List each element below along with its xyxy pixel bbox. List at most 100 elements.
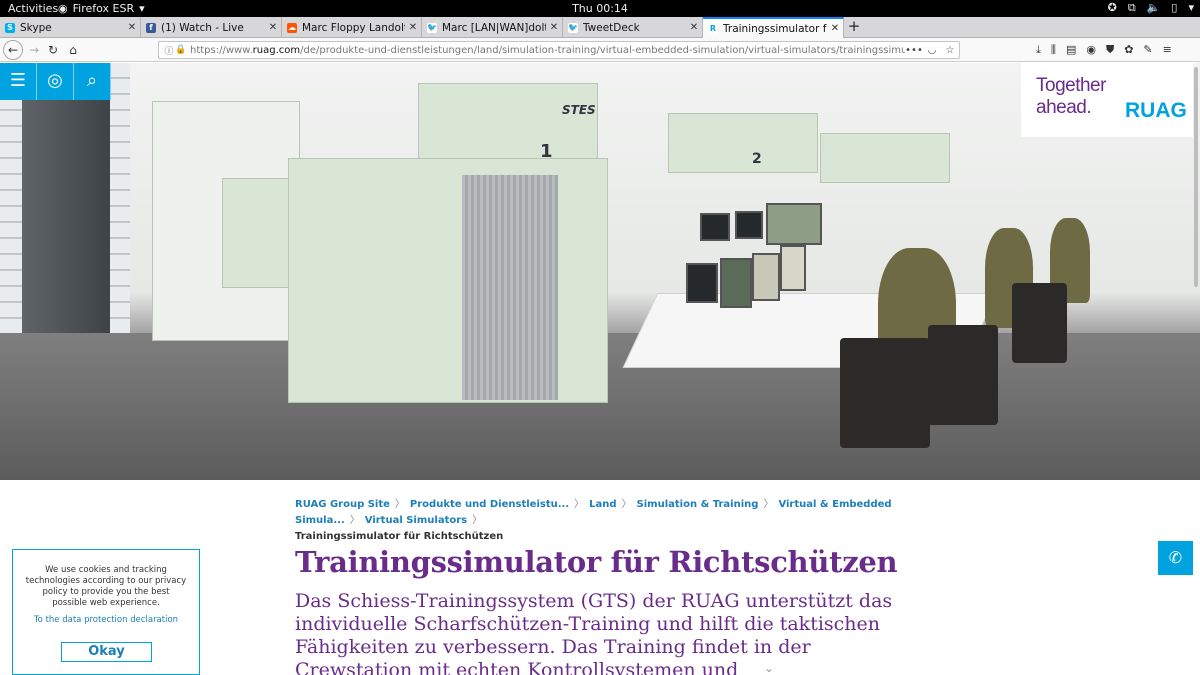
twitter-icon: 🐦	[568, 22, 578, 33]
close-icon[interactable]: ✕	[405, 22, 421, 33]
site-nav-buttons: ☰ ◎ ⌕	[0, 63, 111, 100]
hero-monitor	[700, 213, 730, 241]
tab-title: TweetDeck	[583, 21, 640, 34]
search-icon[interactable]: ⌕	[74, 63, 111, 100]
tab-facebook-watch[interactable]: f (1) Watch - Live ✕	[141, 17, 282, 38]
address-bar[interactable]: ⓘ 🔒 https://www.ruag.com/de/produkte-und…	[158, 41, 960, 59]
system-top-bar: Activities ◉ Firefox ESR ▾ Thu 00:14 ✪ ⧉…	[0, 0, 1200, 17]
twitter-icon: 🐦	[427, 22, 437, 33]
bookmark-star-icon[interactable]: ☆	[941, 45, 959, 56]
logo-brand: RUAG	[1125, 99, 1187, 122]
sidebar-icon[interactable]: ▤	[1066, 43, 1076, 57]
hero-monitor	[780, 245, 806, 291]
battery-icon[interactable]: ▯	[1171, 1, 1177, 15]
adblock-icon[interactable]: ⛊	[1106, 43, 1114, 57]
lead-paragraph: Das Schiess-Trainingssystem (GTS) der RU…	[295, 590, 893, 675]
downloads-icon[interactable]: ⤓	[1036, 43, 1041, 57]
activities-button[interactable]: Activities	[8, 2, 58, 15]
breadcrumb-link[interactable]: Simulation & Training	[637, 499, 759, 510]
tab-title: Marc [LAN|WAN]dolt jun	[442, 21, 546, 34]
extension-icon[interactable]: ✎	[1143, 43, 1152, 57]
close-icon[interactable]: ✕	[546, 22, 562, 33]
hero-curtain	[462, 175, 558, 400]
logo-tagline-2: ahead.	[1036, 97, 1092, 118]
toolbar-icons: ⤓ ⫼ ▤ ◉ ⛊ ✿ ✎ ≡	[1036, 43, 1172, 57]
hero-chair	[928, 325, 998, 425]
url-prefix: https://www.	[190, 44, 253, 56]
extension-icon[interactable]: ◉	[1086, 43, 1096, 57]
close-icon[interactable]: ✕	[827, 23, 843, 34]
web-page: 1 STES 2 ☰ ◎ ⌕ Together ahead. RUAG RUAG…	[0, 63, 1200, 675]
breadcrumb-link[interactable]: Land	[589, 499, 616, 510]
breadcrumb-link[interactable]: Virtual Simulators	[365, 515, 467, 526]
facebook-icon: f	[146, 22, 156, 33]
cookie-banner: We use cookies and tracking technologies…	[12, 549, 200, 675]
close-icon[interactable]: ✕	[686, 22, 702, 33]
pocket-icon[interactable]: ◡	[923, 45, 941, 56]
network-icon[interactable]: ⧉	[1128, 1, 1136, 15]
ruag-logo[interactable]: Together ahead. RUAG	[1021, 63, 1193, 137]
hero-monitor	[735, 211, 763, 239]
library-icon[interactable]: ⫼	[1051, 43, 1056, 57]
hero-label: 2	[752, 151, 762, 167]
privacy-link[interactable]: To the data protection declaration	[13, 615, 199, 625]
page-actions-icon[interactable]: •••	[905, 45, 923, 56]
volume-icon[interactable]: 🔈	[1147, 1, 1161, 15]
tab-tweetdeck[interactable]: 🐦 TweetDeck ✕	[563, 17, 703, 38]
power-menu-icon[interactable]: ▾	[1188, 1, 1194, 15]
breadcrumb-link[interactable]: Produkte und Dienstleistu...	[410, 499, 569, 510]
new-tab-button[interactable]: +	[845, 17, 863, 38]
scrollbar[interactable]	[1192, 63, 1200, 675]
back-button[interactable]: ←	[3, 40, 23, 60]
info-icon[interactable]: ⓘ	[163, 44, 175, 57]
hero-monitor	[766, 203, 822, 245]
chevron-right-icon: 〉	[763, 499, 774, 510]
url-text[interactable]: https://www.ruag.com/de/produkte-und-die…	[190, 45, 905, 56]
menu-icon[interactable]: ≡	[1163, 43, 1172, 57]
url-domain: ruag.com	[252, 44, 301, 56]
app-menu[interactable]: ◉ Firefox ESR ▾	[58, 2, 145, 15]
forward-button[interactable]: →	[25, 41, 43, 59]
breadcrumb-link[interactable]: RUAG Group Site	[295, 499, 390, 510]
hero-image: 1 STES 2 ☰ ◎ ⌕ Together ahead. RUAG	[0, 63, 1200, 480]
close-icon[interactable]: ✕	[265, 22, 281, 33]
phone-icon[interactable]: ✆	[1158, 541, 1193, 575]
logo-tagline-1: Together	[1036, 75, 1106, 96]
close-icon[interactable]: ✕	[124, 22, 140, 33]
skype-icon: S	[5, 22, 15, 33]
tab-title: Trainingssimulator für Ri	[723, 22, 827, 35]
chevron-right-icon: 〉	[621, 499, 632, 510]
tab-title: Marc Floppy Landolt | Fre	[302, 21, 405, 34]
extension-icon[interactable]: ✿	[1124, 43, 1133, 57]
home-button[interactable]: ⌂	[64, 41, 82, 59]
hero-label: STES	[562, 103, 596, 117]
accessibility-icon[interactable]: ✪	[1108, 1, 1117, 15]
reload-button[interactable]: ↻	[44, 41, 62, 59]
scrollbar-thumb[interactable]	[1194, 67, 1198, 287]
hero-monitor	[720, 258, 752, 308]
cookie-okay-button[interactable]: Okay	[61, 642, 152, 662]
soundcloud-icon: ☁	[287, 22, 297, 33]
clock[interactable]: Thu 00:14	[0, 2, 1200, 15]
system-tray[interactable]: ✪ ⧉ 🔈 ▯ ▾	[1108, 1, 1194, 15]
url-path: /de/produkte-und-dienstleistungen/land/s…	[300, 44, 905, 56]
tab-twitter-profile[interactable]: 🐦 Marc [LAN|WAN]dolt jun ✕	[422, 17, 563, 38]
hamburger-menu-icon[interactable]: ☰	[0, 63, 37, 100]
lock-icon[interactable]: 🔒	[175, 45, 187, 55]
hero-simulator-top	[820, 133, 950, 183]
chevron-right-icon: 〉	[472, 515, 483, 526]
chevron-right-icon: 〉	[574, 499, 585, 510]
tab-ruag-active[interactable]: R Trainingssimulator für Ri ✕	[703, 17, 844, 38]
chevron-right-icon: 〉	[349, 515, 360, 526]
globe-icon[interactable]: ◎	[37, 63, 74, 100]
tab-title: Skype	[20, 21, 52, 34]
hero-simulator-top	[668, 113, 818, 173]
hero-chair	[840, 338, 930, 448]
nav-toolbar: ← → ↻ ⌂ ⓘ 🔒 https://www.ruag.com/de/prod…	[0, 38, 1200, 62]
breadcrumb-current: Trainingssimulator für Richtschützen	[295, 531, 504, 542]
tab-skype[interactable]: S Skype ✕	[0, 17, 141, 38]
tab-soundcloud[interactable]: ☁ Marc Floppy Landolt | Fre ✕	[282, 17, 422, 38]
chevron-down-icon[interactable]: ⌄	[764, 661, 774, 675]
hero-simulator-top	[418, 83, 598, 163]
hero-simulator-body	[288, 158, 608, 403]
